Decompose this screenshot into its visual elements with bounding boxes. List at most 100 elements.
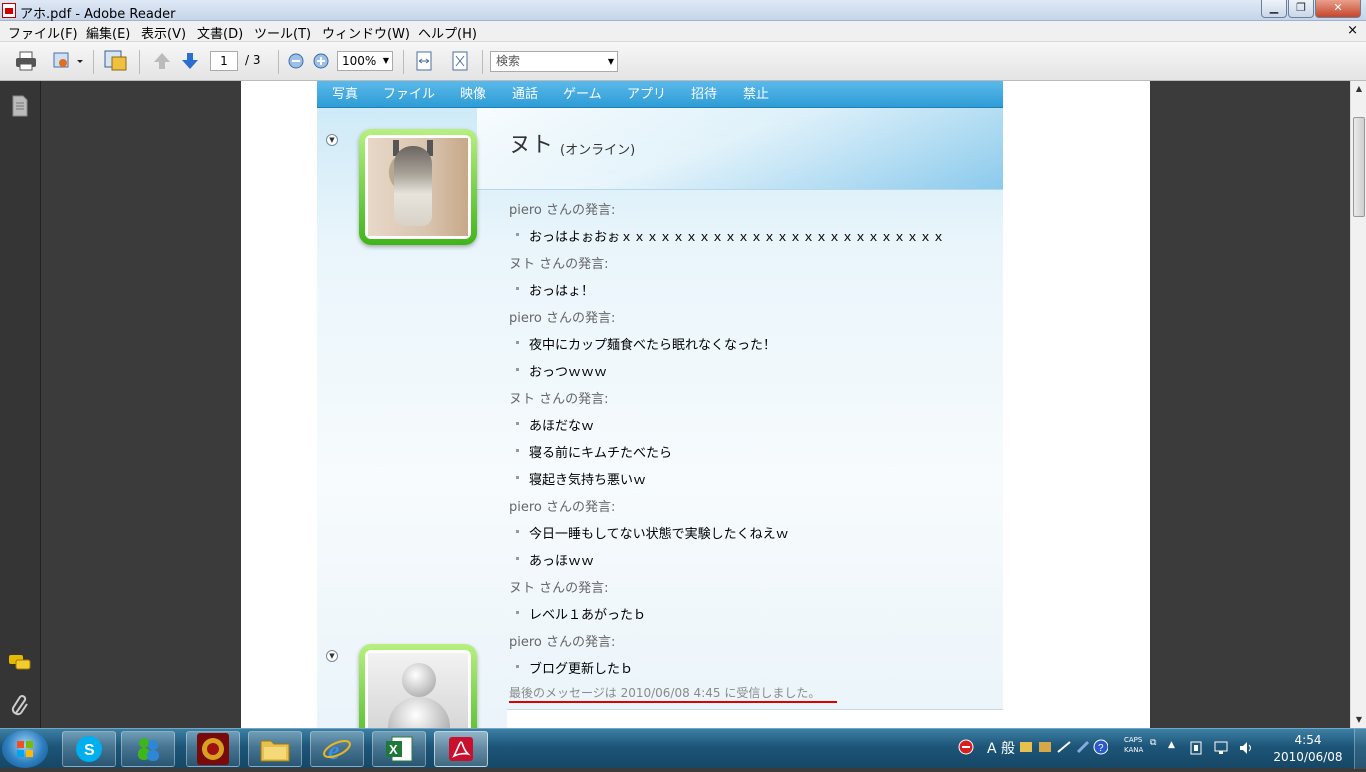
taskbar-messenger[interactable] <box>121 731 175 767</box>
previous-page-button[interactable] <box>150 50 174 72</box>
toolbar-separator <box>139 50 140 74</box>
taskbar-internet-explorer[interactable]: e <box>310 731 364 767</box>
printer-icon <box>16 51 36 71</box>
vertical-scrollbar[interactable]: ▲ ▼ <box>1350 81 1366 728</box>
next-page-button[interactable] <box>178 50 202 72</box>
message-text: 寝起き気持ち悪いｗ <box>509 469 646 488</box>
stop-tray-icon[interactable] <box>958 739 974 758</box>
pages-icon <box>12 95 28 117</box>
clock-time: 4:54 <box>1294 733 1322 747</box>
scroll-thumb[interactable] <box>1353 117 1365 217</box>
ime-chevron-icon[interactable]: ⧉ <box>1150 738 1156 748</box>
menu-view[interactable]: 表示(V) <box>141 23 186 42</box>
message-text: あっほｗｗ <box>509 550 594 569</box>
collapse-icon: ▼ <box>326 650 338 662</box>
show-desktop-button[interactable] <box>1354 729 1366 769</box>
print-button[interactable] <box>14 50 38 72</box>
volume-icon[interactable] <box>1238 740 1256 759</box>
minimize-button[interactable]: ▁ <box>1261 0 1287 18</box>
toolbar: 1 / 3 100% ▼ 検索 ▼ <box>0 42 1366 81</box>
menu-bar: ファイル(F) 編集(E) 表示(V) 文書(D) ツール(T) ウィンドウ(W… <box>0 21 1366 42</box>
comments-panel-button[interactable] <box>8 653 32 677</box>
collapse-icon: ▼ <box>326 134 338 146</box>
chevron-down-icon: ▼ <box>382 56 389 65</box>
internet-explorer-icon: e <box>323 736 351 764</box>
last-message-notice: 最後のメッセージは 2010/06/08 4:45 に受信しました。 <box>509 686 821 700</box>
close-button[interactable]: ✕ <box>1315 0 1361 18</box>
share-review-icon <box>104 50 127 71</box>
scroll-up-arrow[interactable]: ▲ <box>1351 81 1366 97</box>
game-emblem-icon <box>197 733 229 765</box>
message-sender: piero さんの発言: <box>509 203 616 218</box>
messenger-tab-photo: 写真 <box>332 87 359 102</box>
message-text: 寝る前にキムチたべたら <box>509 442 672 461</box>
ime-tools-icon[interactable]: ? <box>1018 738 1109 759</box>
contact-status: (オンライン) <box>560 143 636 158</box>
message-sender: piero さんの発言: <box>509 635 616 650</box>
toolbar-separator <box>93 50 94 74</box>
toolbar-separator <box>403 50 404 74</box>
chevron-down-icon: ▼ <box>607 57 614 66</box>
menu-help[interactable]: ヘルプ(H) <box>418 23 477 42</box>
menu-file[interactable]: ファイル(F) <box>8 23 78 42</box>
zoom-out-icon <box>288 53 304 69</box>
zoom-in-icon <box>313 53 329 69</box>
menu-edit[interactable]: 編集(E) <box>86 23 130 42</box>
device-tray-icon[interactable] <box>1188 740 1206 759</box>
pdf-page: 写真 ファイル 映像 通話 ゲーム アプリ 招待 禁止 ▼ ヌト (オンライン)… <box>241 81 1150 728</box>
red-underline <box>509 701 837 703</box>
taskbar-explorer[interactable] <box>248 731 302 767</box>
taskbar: S e X A 般 ? CAPS KANA ⧉ ▲ 4:54 2010/06/0… <box>0 728 1366 769</box>
windows-logo-icon <box>17 741 33 757</box>
document-viewer[interactable]: 写真 ファイル 映像 通話 ゲーム アプリ 招待 禁止 ▼ ヌト (オンライン)… <box>41 81 1350 728</box>
attachments-panel-button[interactable] <box>10 693 30 721</box>
zoom-out-button[interactable] <box>284 50 308 72</box>
messenger-tab-game: ゲーム <box>563 87 602 102</box>
taskbar-game[interactable] <box>186 731 240 767</box>
message-sender: ヌト さんの発言: <box>509 257 609 272</box>
print-options-button[interactable] <box>50 50 84 72</box>
menu-document[interactable]: 文書(D) <box>197 23 243 42</box>
message-sender: piero さんの発言: <box>509 311 616 326</box>
message-text: ブログ更新したｂ <box>509 658 633 677</box>
zoom-in-button[interactable] <box>309 50 333 72</box>
ime-mode[interactable]: A 般 <box>987 738 1015 758</box>
zoom-level-select[interactable]: 100% ▼ <box>337 51 393 71</box>
messenger-tab-block: 禁止 <box>743 87 770 102</box>
maximize-button[interactable]: ❐ <box>1288 0 1314 18</box>
collaborate-button[interactable] <box>103 50 127 72</box>
fit-page-button[interactable] <box>448 50 472 72</box>
messenger-people-icon <box>138 738 159 761</box>
taskbar-skype[interactable]: S <box>62 731 116 767</box>
search-input[interactable]: 検索 ▼ <box>490 51 618 72</box>
taskbar-excel[interactable]: X <box>372 731 426 767</box>
svg-text:?: ? <box>1098 743 1104 754</box>
toolbar-separator <box>482 50 483 74</box>
show-hidden-icons-button[interactable]: ▲ <box>1168 740 1175 750</box>
fit-width-button[interactable] <box>412 50 436 72</box>
svg-text:S: S <box>84 742 95 759</box>
page-number-input[interactable]: 1 <box>210 51 238 71</box>
arrow-up-icon <box>154 53 170 69</box>
menu-tools[interactable]: ツール(T) <box>254 23 311 42</box>
message-text: レベル１あがったｂ <box>509 604 646 623</box>
scroll-down-arrow[interactable]: ▼ <box>1351 712 1366 728</box>
taskbar-adobe-reader[interactable] <box>434 731 488 767</box>
pages-panel-button[interactable] <box>10 95 30 121</box>
network-icon[interactable] <box>1213 740 1231 759</box>
caps-kana-indicator: CAPS KANA <box>1124 735 1143 755</box>
document-close-button[interactable]: × <box>1347 23 1358 38</box>
messenger-tab-call: 通話 <box>512 87 539 102</box>
menu-window[interactable]: ウィンドウ(W) <box>322 23 410 42</box>
messenger-tab-video: 映像 <box>460 87 487 102</box>
system-clock[interactable]: 4:54 2010/06/08 <box>1268 732 1348 766</box>
search-placeholder: 検索 <box>496 54 521 68</box>
message-sender: piero さんの発言: <box>509 500 616 515</box>
paperclip-icon <box>11 695 28 716</box>
start-button[interactable] <box>2 730 48 768</box>
messenger-tab-app: アプリ <box>627 87 667 102</box>
kana-indicator: KANA <box>1124 746 1144 754</box>
document-options-icon <box>53 52 83 68</box>
clock-date: 2010/06/08 <box>1273 750 1343 764</box>
adobe-reader-icon <box>449 737 473 761</box>
